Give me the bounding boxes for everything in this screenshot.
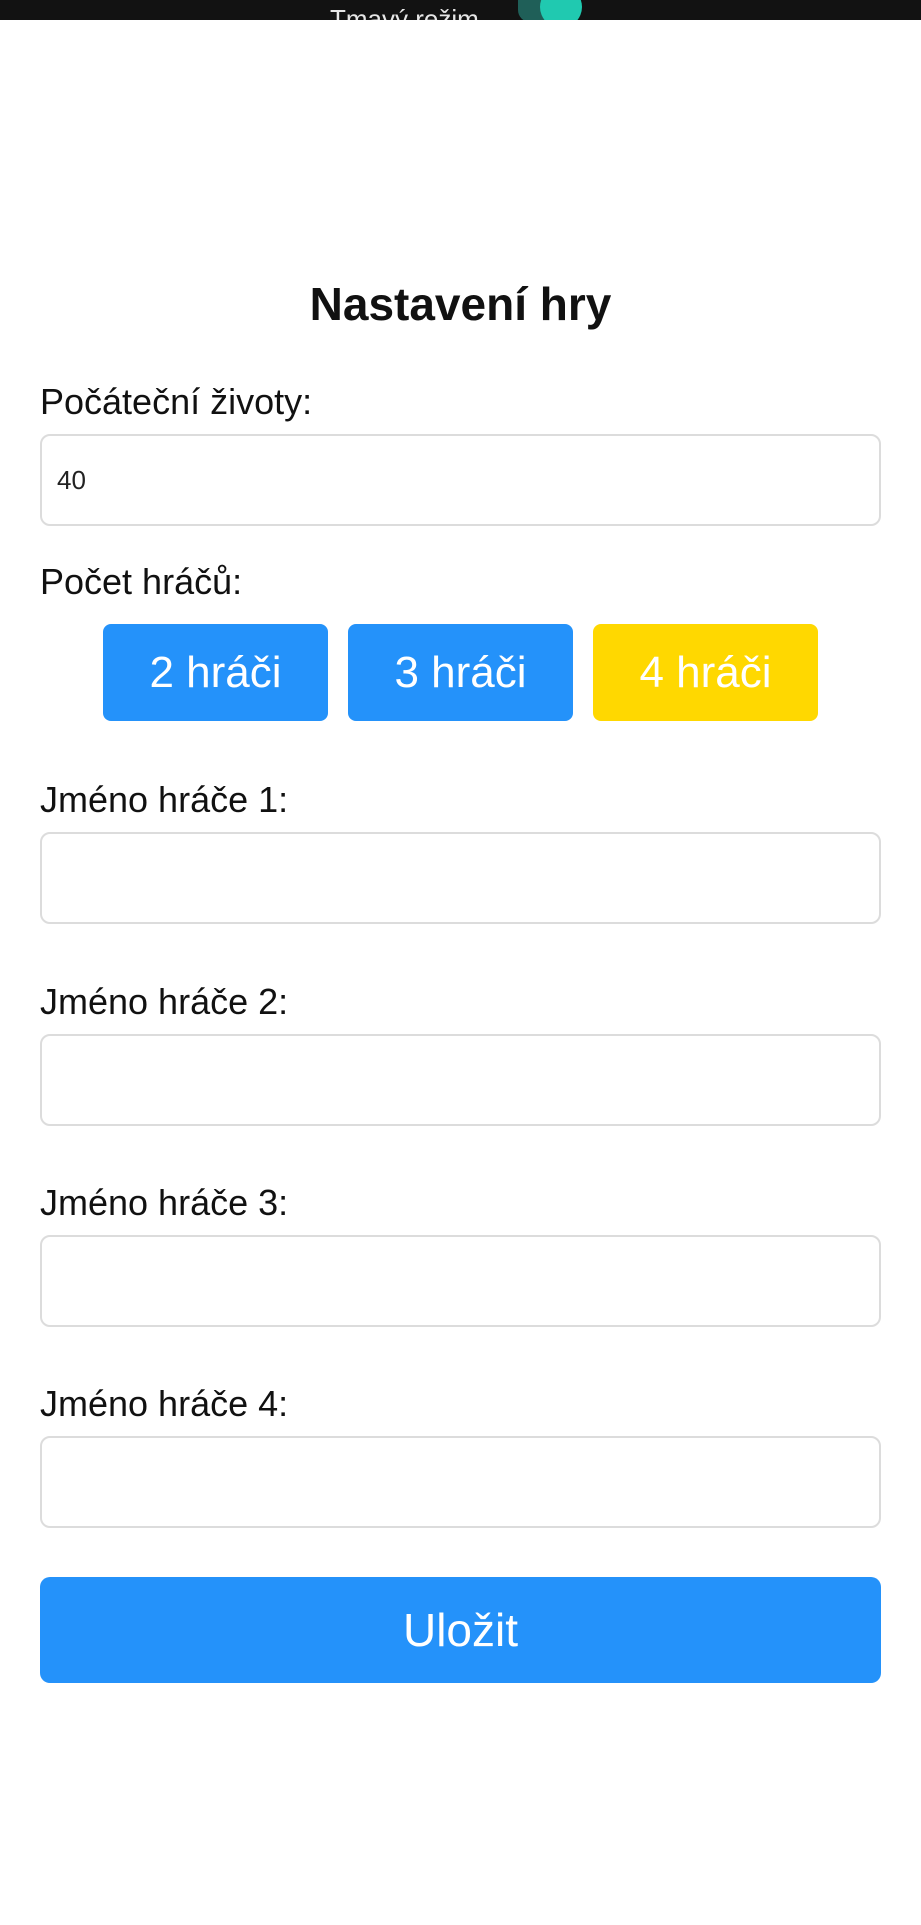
starting-lives-label: Počáteční životy: bbox=[40, 381, 313, 422]
top-bar: Tmavý režim bbox=[0, 0, 921, 20]
four-players-button[interactable]: 4 hráči bbox=[593, 624, 818, 721]
player-1-name-label: Jméno hráče 1: bbox=[40, 779, 289, 820]
two-players-button[interactable]: 2 hráči bbox=[103, 624, 328, 721]
player-count-label: Počet hráčů: bbox=[40, 561, 243, 602]
save-button[interactable]: Uložit bbox=[40, 1577, 881, 1683]
starting-lives-input[interactable] bbox=[40, 434, 881, 526]
three-players-button[interactable]: 3 hráči bbox=[348, 624, 573, 721]
player-3-name-label: Jméno hráče 3: bbox=[40, 1182, 289, 1223]
player-1-name-input[interactable] bbox=[40, 832, 881, 924]
player-4-name-input[interactable] bbox=[40, 1436, 881, 1528]
player-4-name-label: Jméno hráče 4: bbox=[40, 1383, 289, 1424]
player-3-name-input[interactable] bbox=[40, 1235, 881, 1327]
player-2-name-input[interactable] bbox=[40, 1034, 881, 1126]
dark-mode-toggle-knob[interactable] bbox=[540, 0, 582, 20]
page-title: Nastavení hry bbox=[309, 278, 612, 330]
player-2-name-label: Jméno hráče 2: bbox=[40, 981, 289, 1022]
dark-mode-label: Tmavý režim bbox=[330, 4, 479, 20]
